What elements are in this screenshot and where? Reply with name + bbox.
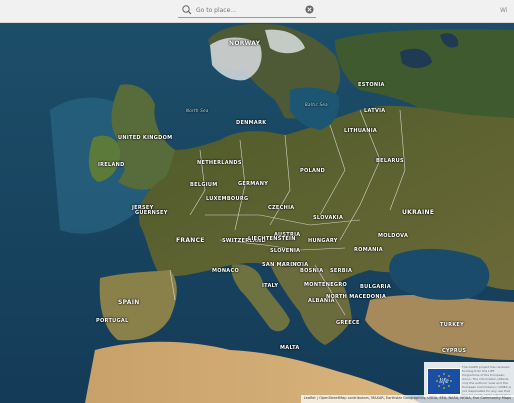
top-right-text: Wi <box>500 7 508 14</box>
place-search[interactable] <box>178 3 316 18</box>
life-logo-text: life <box>439 378 449 385</box>
life-program-box: life The GIAPO project has received fund… <box>424 362 514 401</box>
top-bar: Wi <box>0 0 514 23</box>
search-input[interactable] <box>196 3 296 17</box>
satellite-map[interactable] <box>0 0 514 403</box>
life-logo: life <box>427 368 461 395</box>
search-icon <box>182 5 192 15</box>
eu-stars-icon: life <box>436 373 452 389</box>
clear-icon[interactable] <box>305 5 314 14</box>
map-attribution[interactable]: Leaflet | OpenStreetMap contributors, MA… <box>300 395 514 403</box>
